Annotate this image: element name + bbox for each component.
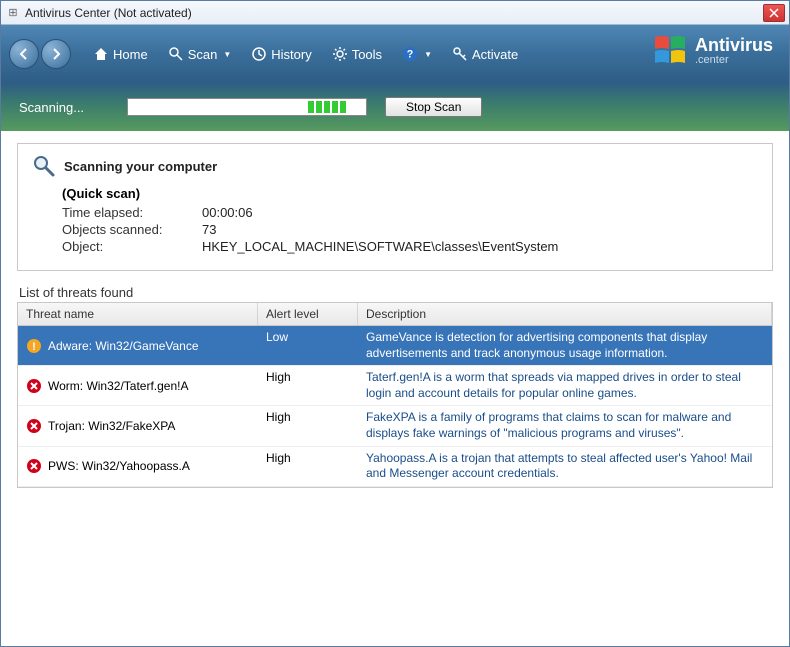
history-icon — [251, 46, 267, 62]
svg-text:!: ! — [32, 341, 36, 353]
chevron-down-icon: ▼ — [424, 50, 432, 59]
objects-label: Objects scanned: — [62, 222, 202, 237]
threat-level: Low — [258, 326, 358, 365]
threat-name-cell: PWS: Win32/Yahoopass.A — [18, 447, 258, 486]
time-value: 00:00:06 — [202, 205, 253, 220]
scan-icon — [168, 46, 184, 62]
threat-row[interactable]: Worm: Win32/Taterf.gen!A HighTaterf.gen!A… — [18, 366, 772, 406]
app-window: ⊞ Antivirus Center (Not activated) Home — [0, 0, 790, 647]
home-icon — [93, 46, 109, 62]
threat-name-cell: ! Adware: Win32/GameVance — [18, 326, 258, 365]
main-content: Scanning your computer (Quick scan) Time… — [1, 131, 789, 646]
time-label: Time elapsed: — [62, 205, 202, 220]
tools-button[interactable]: Tools — [322, 25, 392, 83]
titlebar: ⊞ Antivirus Center (Not activated) — [1, 1, 789, 25]
threat-desc: FakeXPA is a family of programs that cla… — [358, 406, 772, 445]
back-button[interactable] — [9, 39, 39, 69]
panel-header: Scanning your computer — [32, 154, 758, 178]
threats-body: ! Adware: Win32/GameVance LowGameVance is … — [18, 326, 772, 487]
object-value: HKEY_LOCAL_MACHINE\SOFTWARE\classes\Even… — [202, 239, 558, 254]
threat-name: Worm: Win32/Taterf.gen!A — [48, 379, 189, 393]
threat-desc: Taterf.gen!A is a worm that spreads via … — [358, 366, 772, 405]
brand-sub: .center — [695, 54, 773, 66]
threats-table: Threat name Alert level Description ! Adw… — [17, 302, 773, 488]
key-icon — [452, 46, 468, 62]
home-button[interactable]: Home — [83, 25, 158, 83]
app-icon: ⊞ — [5, 5, 21, 21]
info-row-objects: Objects scanned: 73 — [62, 222, 758, 237]
help-button[interactable]: ? ▼ — [392, 25, 442, 83]
brand-logo: Antivirus .center — [653, 33, 773, 67]
activate-button[interactable]: Activate — [442, 25, 528, 83]
gear-icon — [332, 46, 348, 62]
close-icon — [769, 8, 779, 18]
error-icon — [26, 458, 42, 474]
threat-row[interactable]: ! Adware: Win32/GameVance LowGameVance is … — [18, 326, 772, 366]
arrow-right-icon — [49, 47, 63, 61]
col-description[interactable]: Description — [358, 303, 772, 325]
threats-list-title: List of threats found — [19, 285, 773, 300]
window-title: Antivirus Center (Not activated) — [25, 6, 763, 20]
progress-segments — [308, 101, 346, 113]
threats-header: Threat name Alert level Description — [18, 303, 772, 326]
threat-desc: GameVance is detection for advertising c… — [358, 326, 772, 365]
threat-desc: Yahoopass.A is a trojan that attempts to… — [358, 447, 772, 486]
nav-buttons — [9, 39, 71, 69]
scan-info-panel: Scanning your computer (Quick scan) Time… — [17, 143, 773, 271]
magnifier-icon — [32, 154, 56, 178]
progress-bar — [127, 98, 367, 116]
panel-title: Scanning your computer — [64, 159, 217, 174]
tools-label: Tools — [352, 47, 382, 62]
error-icon — [26, 418, 42, 434]
forward-button[interactable] — [41, 39, 71, 69]
scan-type: (Quick scan) — [62, 186, 758, 201]
threat-name: PWS: Win32/Yahoopass.A — [48, 459, 190, 473]
threat-name: Adware: Win32/GameVance — [48, 339, 199, 353]
close-button[interactable] — [763, 4, 785, 22]
history-button[interactable]: History — [241, 25, 321, 83]
threat-name: Trojan: Win32/FakeXPA — [48, 419, 175, 433]
arrow-left-icon — [17, 47, 31, 61]
stop-scan-button[interactable]: Stop Scan — [385, 97, 482, 117]
svg-text:?: ? — [407, 49, 414, 61]
threat-level: High — [258, 366, 358, 405]
threat-name-cell: Worm: Win32/Taterf.gen!A — [18, 366, 258, 405]
info-row-object: Object: HKEY_LOCAL_MACHINE\SOFTWARE\clas… — [62, 239, 758, 254]
error-icon — [26, 378, 42, 394]
scan-label: Scan — [188, 47, 218, 62]
col-threat-name[interactable]: Threat name — [18, 303, 258, 325]
scanning-label: Scanning... — [19, 100, 109, 115]
activate-label: Activate — [472, 47, 518, 62]
threat-name-cell: Trojan: Win32/FakeXPA — [18, 406, 258, 445]
warning-icon: ! — [26, 338, 42, 354]
threat-row[interactable]: PWS: Win32/Yahoopass.A HighYahoopass.A is… — [18, 447, 772, 487]
history-label: History — [271, 47, 311, 62]
chevron-down-icon: ▼ — [223, 50, 231, 59]
threat-level: High — [258, 406, 358, 445]
windows-flag-icon — [653, 33, 687, 67]
objects-value: 73 — [202, 222, 216, 237]
scan-button[interactable]: Scan ▼ — [158, 25, 242, 83]
threat-row[interactable]: Trojan: Win32/FakeXPA HighFakeXPA is a fa… — [18, 406, 772, 446]
scan-status-bar: Scanning... Stop Scan — [1, 83, 789, 131]
help-icon: ? — [402, 46, 418, 62]
info-row-time: Time elapsed: 00:00:06 — [62, 205, 758, 220]
home-label: Home — [113, 47, 148, 62]
threat-level: High — [258, 447, 358, 486]
toolbar: Home Scan ▼ History Tools ? ▼ — [1, 25, 789, 83]
object-label: Object: — [62, 239, 202, 254]
brand-name: Antivirus — [695, 35, 773, 55]
col-alert-level[interactable]: Alert level — [258, 303, 358, 325]
